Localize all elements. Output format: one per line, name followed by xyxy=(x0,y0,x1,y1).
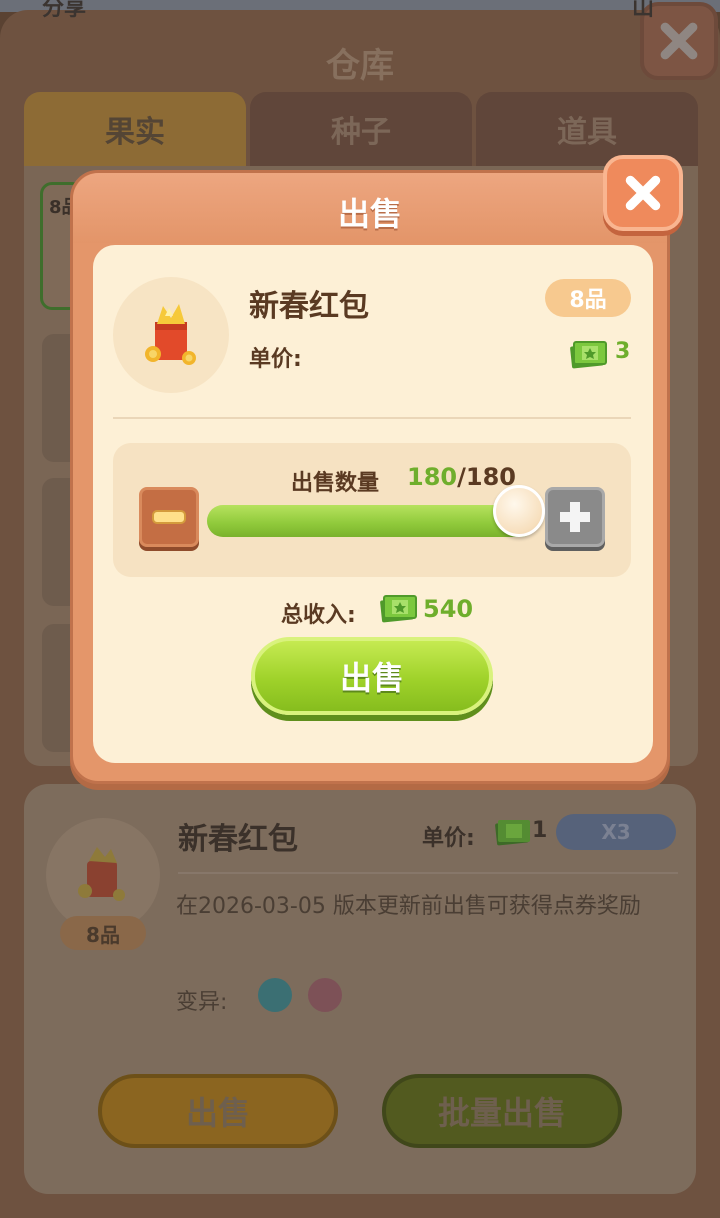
tab-seed[interactable]: 种子 xyxy=(250,92,472,166)
top-right-label: 山 xyxy=(632,0,655,21)
unit-price-label: 单价: xyxy=(249,347,302,372)
red-envelope-icon xyxy=(78,847,125,901)
quantity-current: 180 xyxy=(407,463,458,491)
cash-icon xyxy=(379,591,419,627)
dialog-body: 新春红包 8品 单价: 3 出售数量 180/180 总收入: 540 出售 xyxy=(93,245,653,763)
minus-icon xyxy=(152,510,186,524)
decrease-quantity-button[interactable] xyxy=(139,487,199,547)
detail-grade-badge: 8品 xyxy=(60,916,146,950)
item-detail-panel: 8品 新春红包 单价: 1 X3 在2026-03-05 版本更新前出售可获得点… xyxy=(24,784,696,1194)
close-icon xyxy=(625,175,661,211)
grade-badge: 8品 xyxy=(545,279,631,317)
total-income-label: 总收入: xyxy=(281,603,356,628)
cash-icon xyxy=(569,337,609,373)
dialog-close-button[interactable] xyxy=(603,155,683,231)
detail-item-name: 新春红包 xyxy=(178,822,298,857)
slider-knob[interactable] xyxy=(492,485,545,537)
increase-quantity-button[interactable] xyxy=(545,487,605,547)
item-name: 新春红包 xyxy=(249,289,369,324)
detail-item-avatar xyxy=(46,818,160,932)
plus-icon xyxy=(560,502,590,532)
quantity-panel: 出售数量 180/180 xyxy=(113,443,631,577)
red-envelope-icon xyxy=(145,304,196,365)
tab-fruit[interactable]: 果实 xyxy=(24,92,246,166)
slider-fill xyxy=(207,505,537,537)
unit-price-value: 3 xyxy=(615,339,631,364)
total-income-value: 540 xyxy=(423,595,474,623)
top-left-label: 分享 xyxy=(42,0,87,21)
dialog-title: 出售 xyxy=(337,195,402,233)
divider xyxy=(178,872,678,874)
detail-sell-button[interactable]: 出售 xyxy=(98,1074,338,1148)
close-icon xyxy=(660,22,698,60)
divider xyxy=(113,417,631,419)
clover-mutation-icon[interactable] xyxy=(258,978,292,1012)
detail-price-value: 1 xyxy=(532,818,548,843)
detail-price-label: 单价: xyxy=(422,826,475,851)
warehouse-title: 仓库 xyxy=(326,46,394,86)
quantity-readout: 180/180 xyxy=(407,463,516,491)
mutation-label: 变异: xyxy=(176,990,228,1015)
detail-description: 在2026-03-05 版本更新前出售可获得点券奖励 xyxy=(176,894,641,919)
quantity-label: 出售数量 xyxy=(291,471,380,496)
heart-mutation-icon[interactable] xyxy=(308,978,342,1012)
cash-icon xyxy=(494,816,532,850)
confirm-sell-button[interactable]: 出售 xyxy=(251,637,493,715)
item-avatar xyxy=(113,277,229,393)
batch-sell-button[interactable]: 批量出售 xyxy=(382,1074,622,1148)
quantity-slider[interactable] xyxy=(207,505,537,537)
sell-dialog: 出售 新春红包 8品 单价: 3 出售数量 180/180 总收入: 540 出… xyxy=(70,155,683,784)
multiplier-badge: X3 xyxy=(556,814,676,850)
